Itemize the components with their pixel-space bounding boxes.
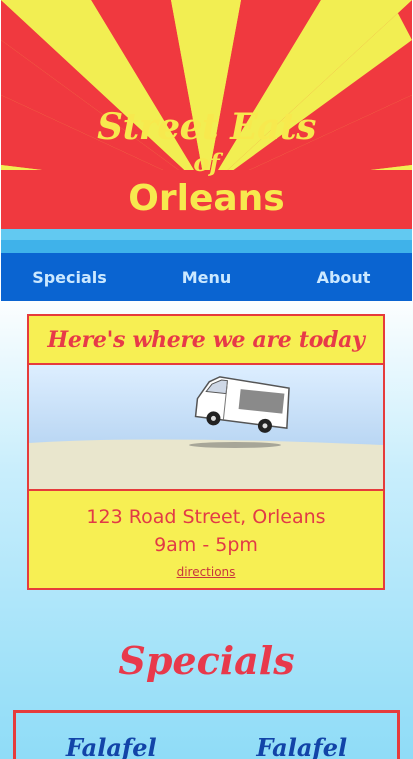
location-address: 123 Road Street, Orleans — [86, 506, 326, 528]
hero-banner: Street Eats of Orleans — [1, 0, 412, 229]
site-title-line2: of — [193, 148, 220, 177]
directions-link[interactable]: directions — [177, 565, 236, 579]
special-item[interactable]: Falafel — [16, 713, 207, 759]
food-truck-icon — [29, 376, 383, 489]
specials-list: Falafel Falafel — [13, 710, 400, 759]
location-card: Here's where we are today 123 Road Stree… — [27, 314, 385, 590]
special-item[interactable]: Falafel — [207, 713, 398, 759]
nav-menu[interactable]: Menu — [138, 253, 275, 301]
main-nav: Specials Menu About — [1, 253, 412, 301]
site-title-line3: Orleans — [128, 178, 285, 219]
site-title-line1: Street Eats — [97, 106, 316, 148]
location-hours: 9am - 5pm — [154, 534, 258, 556]
location-scene — [29, 365, 383, 491]
header-stripe — [1, 229, 412, 253]
nav-specials[interactable]: Specials — [1, 253, 138, 301]
directions-wrap: directions — [29, 561, 383, 580]
location-heading: Here's where we are today — [29, 316, 383, 365]
nav-about[interactable]: About — [275, 253, 412, 301]
specials-heading: Specials — [118, 638, 295, 683]
